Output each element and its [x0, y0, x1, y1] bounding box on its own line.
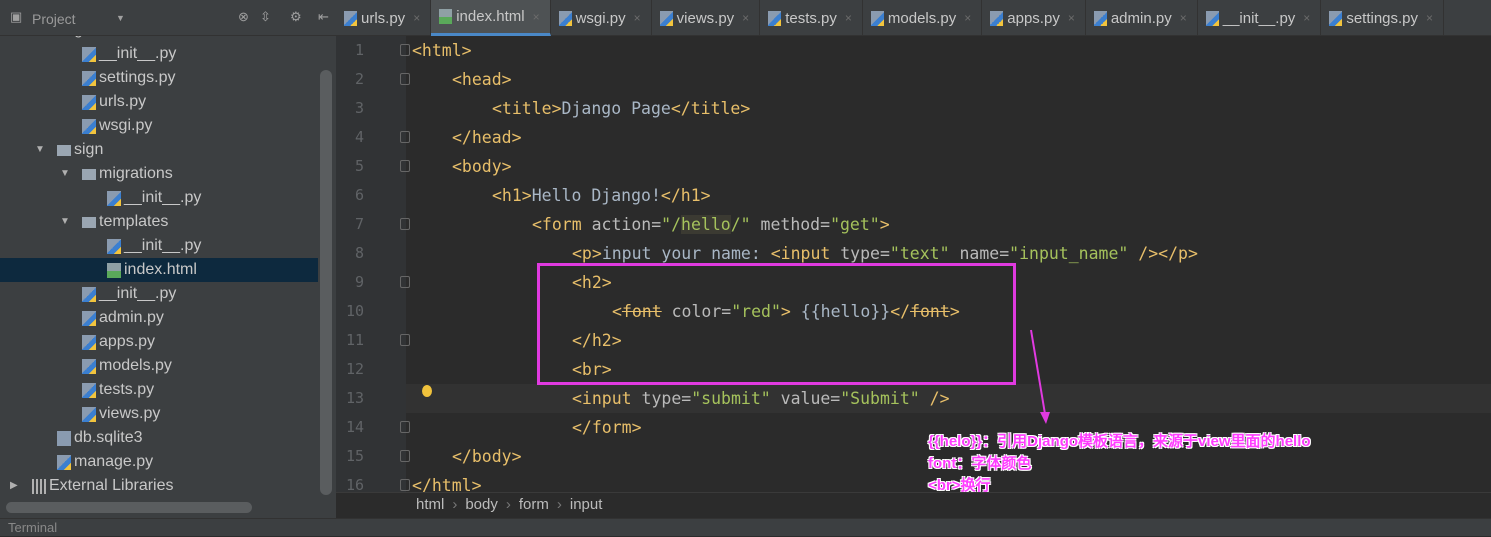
project-icon: ▣ — [10, 9, 23, 24]
chevron-right-icon: › — [505, 496, 511, 513]
terminal-tab[interactable]: Terminal — [8, 520, 57, 535]
collapse-all-icon[interactable]: ⇳ — [260, 9, 271, 25]
gear-icon[interactable]: ⚙ — [290, 9, 302, 25]
breadcrumb-item[interactable]: html — [416, 496, 444, 513]
breadcrumb-item[interactable]: body — [465, 496, 498, 513]
project-panel-header: ▣ Project ▼ ⊗ ⇳ ⚙ ⇤ — [0, 0, 336, 36]
chevron-right-icon: › — [556, 496, 562, 513]
annotation-line: font：字体颜色 — [928, 455, 1032, 472]
dropdown-icon[interactable]: ▼ — [116, 13, 125, 23]
project-title[interactable]: Project — [32, 11, 76, 27]
scroll-from-source-icon[interactable]: ⊗ — [238, 9, 249, 25]
breadcrumb-item[interactable]: input — [570, 496, 603, 513]
breadcrumb: html › body › form › input — [336, 492, 1491, 518]
breadcrumb-item[interactable]: form — [519, 496, 549, 513]
annotation-line: {{helo}}：引用Django模板语言，来源于view里面的hello — [928, 433, 1311, 450]
annotation-note: {{helo}}：引用Django模板语言，来源于view里面的hello fo… — [928, 431, 1311, 497]
hide-panel-icon[interactable]: ⇤ — [318, 9, 329, 25]
chevron-right-icon: › — [452, 496, 458, 513]
bottom-tool-bar: Terminal — [0, 518, 1491, 536]
